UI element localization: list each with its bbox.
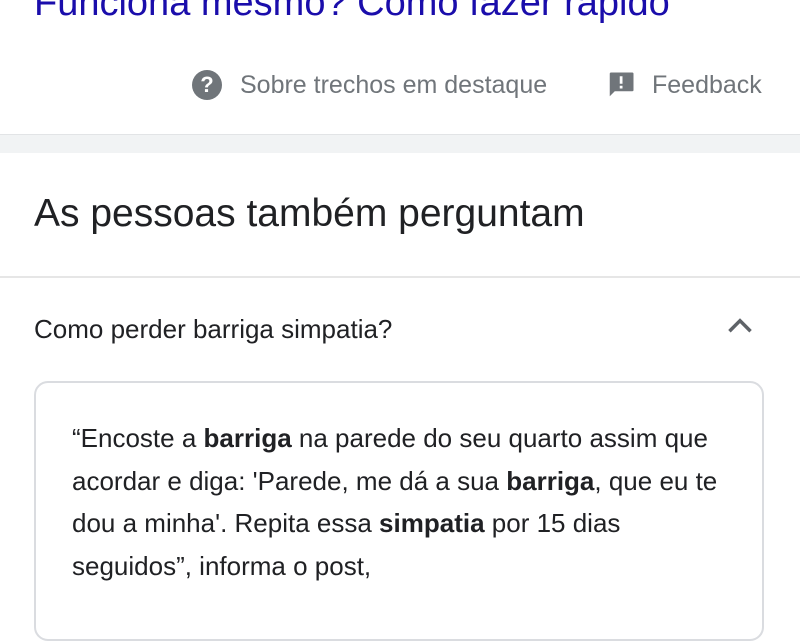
answer-bold-term: barriga (506, 465, 595, 496)
divider (0, 276, 800, 278)
answer-bold-term: simpatia (379, 508, 485, 538)
feedback-button[interactable]: Feedback (606, 70, 762, 100)
paa-question-text: Como perder barriga simpatia? (34, 314, 393, 344)
people-also-ask-heading: As pessoas também perguntam (34, 192, 585, 235)
section-separator (0, 134, 800, 153)
snippet-meta-row: ? Sobre trechos em destaque Feedback (0, 64, 800, 108)
feedback-flag-icon (609, 72, 634, 97)
chevron-up-icon (728, 318, 752, 333)
paa-question-toggle[interactable]: Como perder barriga simpatia? (0, 280, 800, 380)
paa-answer-text: “Encoste a barriga na parede do seu quar… (72, 417, 732, 587)
about-featured-snippets-link[interactable]: ? Sobre trechos em destaque (192, 70, 547, 100)
help-circle-icon: ? (192, 70, 222, 100)
result-title-link[interactable]: Funciona mesmo? Como fazer rápido (34, 0, 670, 22)
about-label: Sobre trechos em destaque (240, 70, 548, 99)
paa-answer-card: “Encoste a barriga na parede do seu quar… (34, 381, 764, 641)
answer-bold-term: barriga (203, 423, 292, 453)
answer-text-segment: “Encoste a (72, 423, 204, 453)
feedback-label: Feedback (652, 70, 762, 99)
